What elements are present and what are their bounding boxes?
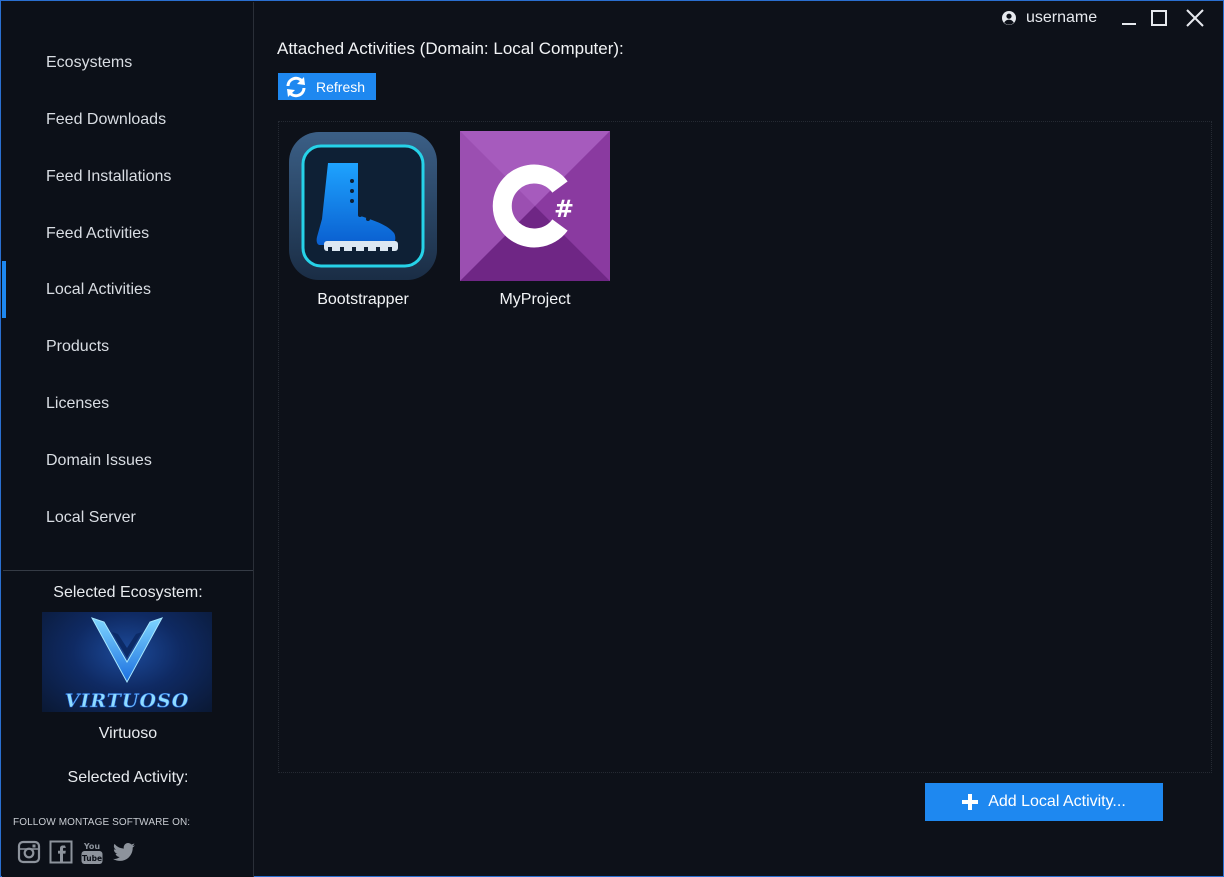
maximize-icon xyxy=(1151,10,1167,26)
svg-text:You: You xyxy=(83,842,101,851)
activity-tile-myproject[interactable]: # xyxy=(460,131,612,281)
close-icon xyxy=(1186,9,1204,27)
close-button[interactable] xyxy=(1184,7,1206,29)
follow-label: FOLLOW MONTAGE SOFTWARE ON: xyxy=(13,817,191,828)
app-window: Ecosystems Feed Downloads Feed Installat… xyxy=(0,0,1224,877)
add-local-activity-button[interactable]: Add Local Activity... xyxy=(925,783,1163,821)
sidebar-item-local-server[interactable]: Local Server xyxy=(2,489,254,546)
sidebar-item-label: Ecosystems xyxy=(46,53,133,71)
selected-activity-label: Selected Activity: xyxy=(67,769,189,786)
ecosystem-logo[interactable]: VIRTUOSO xyxy=(42,612,212,712)
add-local-activity-label: Add Local Activity... xyxy=(988,793,1126,810)
sidebar-item-label: Feed Installations xyxy=(46,167,172,185)
svg-text:Tube: Tube xyxy=(82,854,102,863)
sidebar-item-local-activities[interactable]: Local Activities xyxy=(2,261,254,318)
svg-text:#: # xyxy=(554,195,574,223)
minimize-icon xyxy=(1122,23,1136,25)
ecosystem-logo-text: VIRTUOSO xyxy=(65,690,190,712)
refresh-label: Refresh xyxy=(316,78,366,95)
csharp-icon: # xyxy=(460,131,610,281)
sidebar-item-feed-downloads[interactable]: Feed Downloads xyxy=(2,91,254,148)
activity-label: MyProject xyxy=(499,291,571,308)
sidebar-item-label: Feed Downloads xyxy=(46,110,167,128)
sidebar-item-feed-activities[interactable]: Feed Activities xyxy=(2,205,254,262)
sidebar-item-label: Licenses xyxy=(46,394,110,412)
user-icon xyxy=(1002,11,1016,25)
sidebar-item-label: Local Server xyxy=(46,508,136,526)
youtube-icon[interactable]: You Tube xyxy=(80,840,104,864)
sidebar-item-label: Local Activities xyxy=(46,280,151,298)
ecosystem-name: Virtuoso xyxy=(98,725,158,742)
instagram-icon[interactable] xyxy=(17,840,41,864)
twitter-icon[interactable] xyxy=(112,840,136,864)
sidebar-item-products[interactable]: Products xyxy=(2,318,254,375)
sidebar-item-domain-issues[interactable]: Domain Issues xyxy=(2,432,254,489)
sidebar-item-licenses[interactable]: Licenses xyxy=(2,375,254,432)
virtuoso-logo-icon: VIRTUOSO xyxy=(64,617,190,712)
sidebar: Ecosystems Feed Downloads Feed Installat… xyxy=(2,2,254,877)
sidebar-divider xyxy=(3,570,253,571)
activity-tile-bootstrapper[interactable] xyxy=(288,131,440,281)
refresh-icon xyxy=(286,76,306,97)
sidebar-item-label: Domain Issues xyxy=(46,451,152,469)
sidebar-item-label: Feed Activities xyxy=(46,224,150,242)
page-title: Attached Activities (Domain: Local Compu… xyxy=(277,39,624,58)
plus-icon xyxy=(962,794,979,810)
username-label: username xyxy=(1026,9,1098,26)
sidebar-item-ecosystems[interactable]: Ecosystems xyxy=(2,34,254,91)
boot-icon xyxy=(289,132,437,280)
maximize-button[interactable] xyxy=(1148,7,1170,29)
refresh-button[interactable]: Refresh xyxy=(278,73,376,100)
activity-label: Bootstrapper xyxy=(317,291,409,308)
minimize-button[interactable] xyxy=(1118,7,1140,29)
sidebar-item-feed-installations[interactable]: Feed Installations xyxy=(2,148,254,205)
user-menu[interactable]: username xyxy=(1001,7,1097,29)
facebook-icon[interactable] xyxy=(49,840,73,864)
selected-ecosystem-label: Selected Ecosystem: xyxy=(53,584,203,601)
sidebar-item-label: Products xyxy=(46,337,110,355)
